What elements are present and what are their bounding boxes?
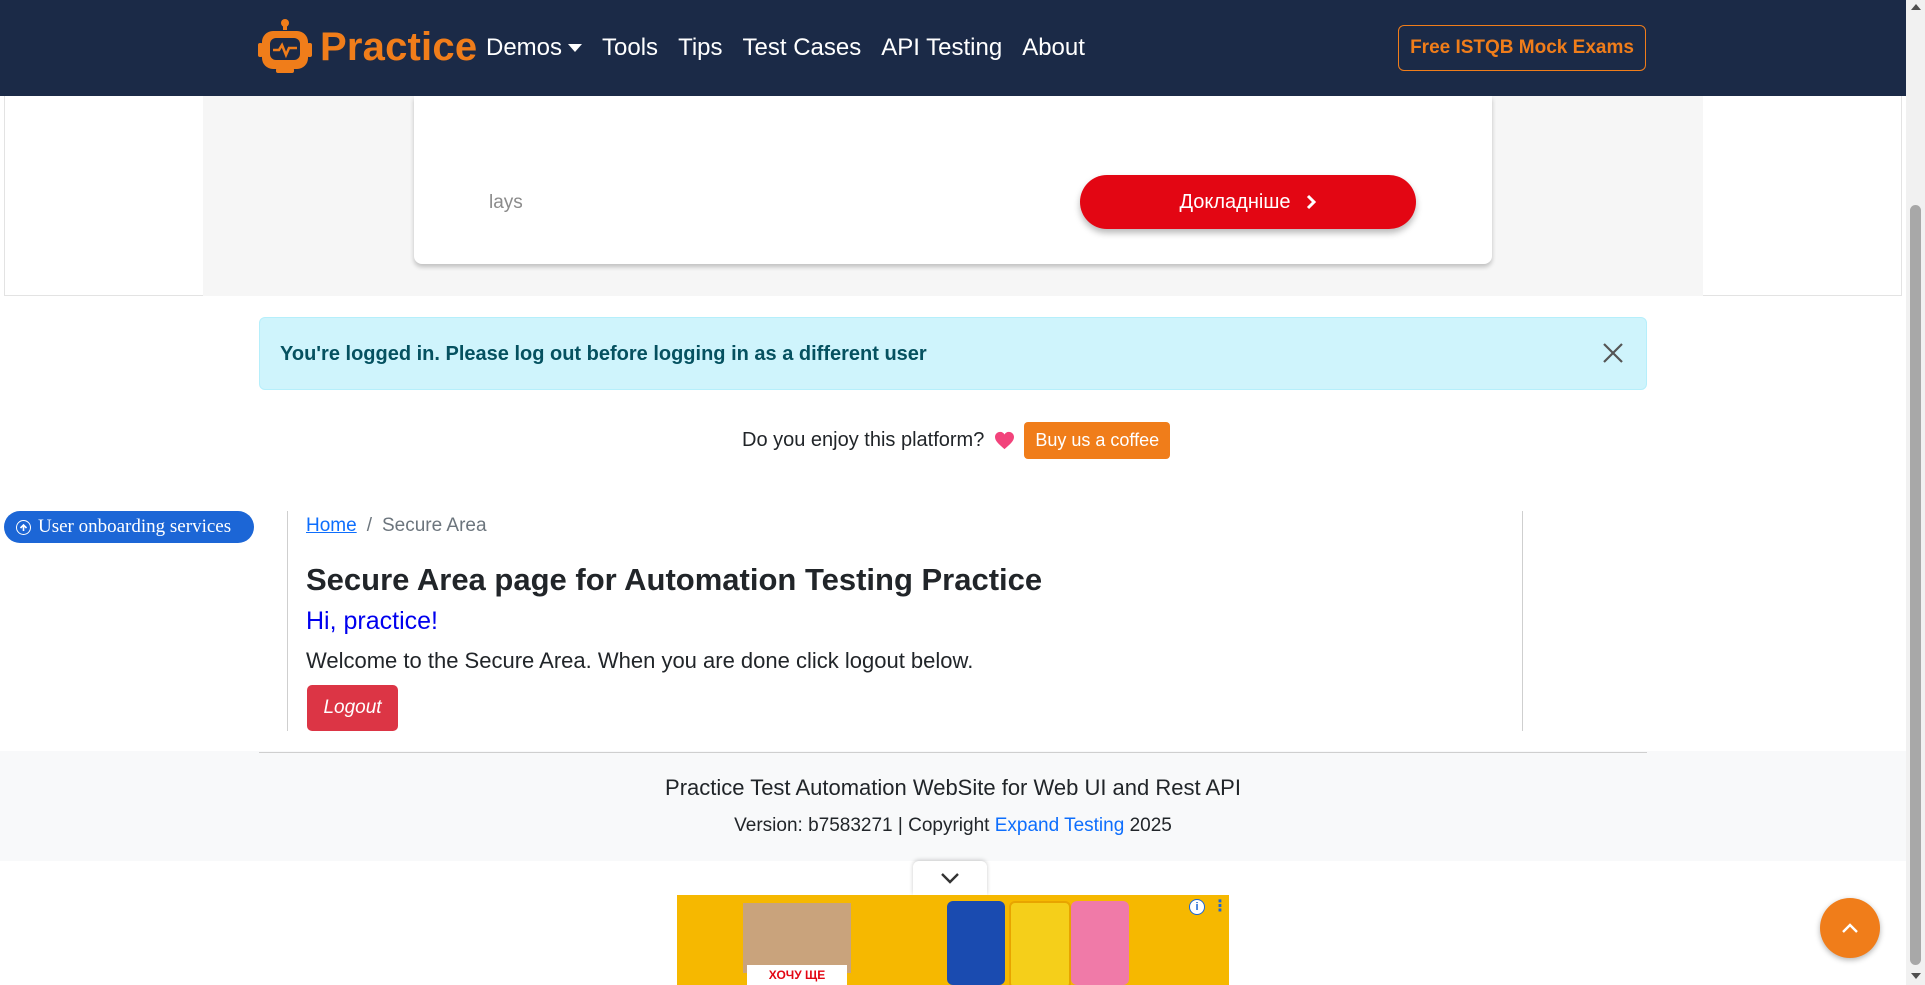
footer-version: Version: b7583271 | Copyright Expand Tes… (0, 815, 1906, 837)
ad-collapse-button[interactable] (913, 861, 987, 895)
buy-coffee-button[interactable]: Buy us a coffee (1024, 421, 1171, 459)
chevron-up-icon (1842, 923, 1858, 933)
footer-version-text: Version: b7583271 | Copyright (734, 815, 990, 836)
more-dots-icon[interactable]: ⋮ (1212, 899, 1228, 915)
heart-icon (995, 431, 1015, 449)
ad-product-image (947, 901, 1005, 985)
onboarding-label: User onboarding services (38, 516, 232, 537)
scrollbar-thumb[interactable] (1910, 205, 1921, 965)
istqb-mock-exams-button[interactable]: Free ISTQB Mock Exams (1398, 25, 1646, 71)
info-icon[interactable]: i (1189, 899, 1205, 915)
nav-tips[interactable]: Tips (678, 34, 722, 62)
top-navbar: Practice Demos Tools Tips Test Cases API… (0, 0, 1906, 96)
bottom-ad-banner[interactable]: ХОЧУ ЩЕ i ⋮ (677, 895, 1229, 985)
coffee-question: Do you enjoy this platform? (742, 428, 985, 451)
nav-api-testing[interactable]: API Testing (881, 34, 1002, 62)
robot-logo-icon (258, 19, 312, 73)
breadcrumb: Home / Secure Area (306, 515, 487, 537)
chevron-down-icon (941, 873, 959, 884)
user-greeting: Hi, practice! (306, 607, 438, 635)
logout-button[interactable]: Logout (307, 685, 398, 731)
close-icon[interactable] (1600, 340, 1626, 366)
breadcrumb-separator: / (366, 515, 372, 536)
ad-product-image (1009, 901, 1071, 985)
caret-down-icon (568, 44, 583, 52)
nav-tools[interactable]: Tools (602, 34, 658, 62)
alert-message: You're logged in. Please log out before … (280, 343, 927, 365)
ad-brand-name: lays (489, 192, 523, 213)
scroll-to-top-button[interactable] (1820, 898, 1880, 958)
footer (0, 751, 1906, 861)
breadcrumb-home-link[interactable]: Home (306, 515, 357, 537)
main-content (287, 511, 1523, 731)
scrollbar-up-arrow[interactable] (1911, 4, 1921, 10)
footer-company-link[interactable]: Expand Testing (995, 815, 1125, 836)
nav-test-cases[interactable]: Test Cases (743, 34, 862, 62)
footer-divider (259, 752, 1647, 753)
coffee-row: Do you enjoy this platform? Buy us a cof… (742, 421, 1171, 459)
logged-in-alert: You're logged in. Please log out before … (259, 317, 1647, 390)
ad-photo-caption: ХОЧУ ЩЕ (747, 965, 847, 985)
nav-links: Demos Tools Tips Test Cases API Testing … (486, 0, 1105, 96)
footer-title: Practice Test Automation WebSite for Web… (665, 775, 1241, 800)
nav-demos-dropdown[interactable]: Demos (486, 34, 583, 62)
ad-card[interactable]: lays Докладніше (414, 96, 1492, 264)
breadcrumb-current: Secure Area (381, 515, 487, 536)
ad-learn-more-button[interactable]: Докладніше (1080, 175, 1416, 229)
scrollbar-down-arrow[interactable] (1911, 973, 1921, 979)
nav-demos-label: Demos (486, 34, 563, 61)
brand-logo[interactable]: Practice (258, 18, 477, 76)
user-onboarding-button[interactable]: User onboarding services (4, 511, 254, 543)
arrow-circle-up-icon (16, 519, 31, 535)
chevron-right-icon (1306, 194, 1316, 210)
ad-photo (743, 903, 851, 973)
brand-name: Practice (320, 24, 478, 69)
page-title: Secure Area page for Automation Testing … (306, 562, 1043, 597)
footer-year: 2025 (1129, 815, 1172, 836)
welcome-message: Welcome to the Secure Area. When you are… (306, 648, 974, 673)
ad-cta-label: Докладніше (1179, 190, 1291, 213)
nav-about[interactable]: About (1022, 34, 1085, 62)
ad-product-image (1071, 901, 1129, 985)
